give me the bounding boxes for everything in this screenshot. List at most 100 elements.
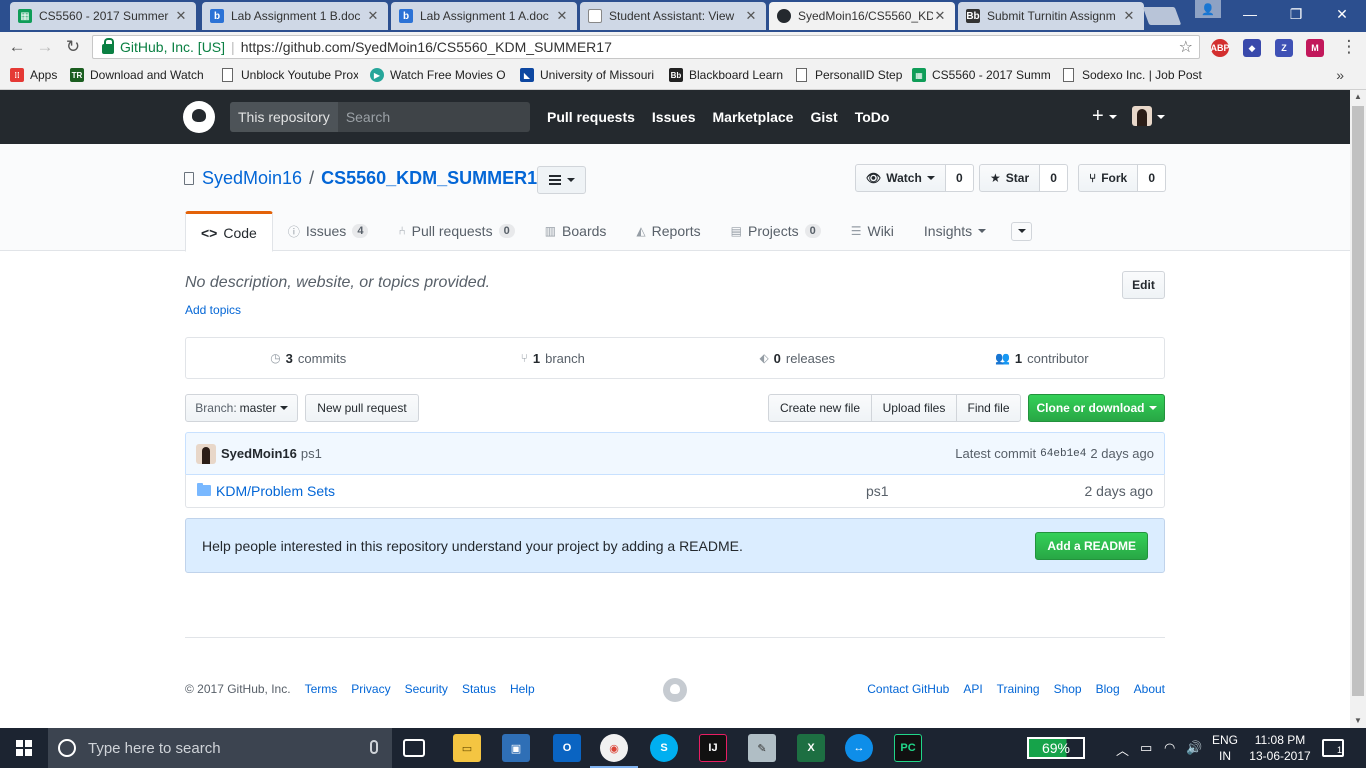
- file-commit-message[interactable]: ps1: [866, 483, 889, 499]
- minimize-button[interactable]: —: [1227, 0, 1273, 28]
- power-icon[interactable]: ▭: [1140, 740, 1152, 756]
- notepad-icon[interactable]: ✎: [748, 734, 776, 762]
- nav-issues[interactable]: Issues: [652, 109, 696, 125]
- nav-pull-requests[interactable]: Pull requests: [547, 109, 635, 125]
- browser-tab[interactable]: Student Assistant: View ✕: [580, 2, 766, 30]
- github-mark-icon[interactable]: [663, 678, 687, 702]
- more-tabs-button[interactable]: [1011, 221, 1033, 241]
- taskbar-search[interactable]: Type here to search: [48, 728, 392, 768]
- outlook-icon[interactable]: O: [553, 734, 581, 762]
- footer-link-blog[interactable]: Blog: [1096, 682, 1120, 696]
- edit-description-button[interactable]: Edit: [1122, 271, 1165, 299]
- footer-link-terms[interactable]: Terms: [305, 682, 338, 696]
- forward-icon[interactable]: →: [34, 36, 56, 58]
- skype-icon[interactable]: S: [650, 734, 678, 762]
- close-icon[interactable]: ✕: [933, 8, 947, 24]
- start-button[interactable]: [0, 728, 48, 768]
- wifi-icon[interactable]: ◠: [1164, 740, 1175, 756]
- bookmark-apps[interactable]: ⁞⁞ Apps: [10, 68, 65, 82]
- footer-link-contact[interactable]: Contact GitHub: [867, 682, 949, 696]
- volume-icon[interactable]: 🔊: [1186, 740, 1202, 756]
- footer-link-training[interactable]: Training: [997, 682, 1040, 696]
- tab-boards[interactable]: ▥ Boards: [530, 211, 622, 251]
- commit-sha-link[interactable]: 64eb1e4: [1040, 448, 1086, 460]
- upload-files-button[interactable]: Upload files: [871, 394, 957, 422]
- system-clock[interactable]: 11:08 PM 13-06-2017: [1248, 732, 1312, 764]
- chrome-menu-icon[interactable]: ⋮: [1338, 36, 1360, 58]
- search-input[interactable]: [337, 102, 530, 132]
- footer-link-about[interactable]: About: [1134, 682, 1165, 696]
- bookmark-item[interactable]: TR Download and Watch: [70, 68, 208, 82]
- browser-tab-active[interactable]: SyedMoin16/CS5560_KD ✕: [769, 2, 955, 30]
- file-row-link[interactable]: KDM/Problem Sets: [216, 483, 335, 499]
- bookmark-item[interactable]: PersonalID Step: [796, 68, 906, 82]
- tab-issues[interactable]: ⓘ Issues 4: [273, 211, 384, 251]
- fork-count[interactable]: 0: [1138, 164, 1167, 192]
- extension-icon[interactable]: ◆: [1243, 39, 1261, 57]
- commits-link[interactable]: ◷ 3 commits: [186, 338, 431, 378]
- scroll-thumb[interactable]: [1352, 106, 1364, 696]
- nav-marketplace[interactable]: Marketplace: [713, 109, 794, 125]
- excel-icon[interactable]: X: [797, 734, 825, 762]
- repo-name-link[interactable]: CS5560_KDM_SUMMER17: [321, 168, 547, 189]
- chrome-icon[interactable]: ◉: [590, 734, 638, 768]
- close-icon[interactable]: ✕: [1122, 8, 1136, 24]
- scroll-down-icon[interactable]: ▼: [1350, 714, 1366, 728]
- close-icon[interactable]: ✕: [555, 8, 569, 24]
- zotero-icon[interactable]: Z: [1275, 39, 1293, 57]
- this-pc-icon[interactable]: ▣: [502, 734, 530, 762]
- find-file-button[interactable]: Find file: [956, 394, 1021, 422]
- nav-todo[interactable]: ToDo: [855, 109, 890, 125]
- scroll-up-icon[interactable]: ▲: [1350, 90, 1366, 104]
- repo-list-button[interactable]: [537, 166, 586, 194]
- new-pull-request-button[interactable]: New pull request: [305, 394, 419, 422]
- new-tab-button[interactable]: [1142, 7, 1182, 25]
- create-new-file-button[interactable]: Create new file: [768, 394, 872, 422]
- file-explorer-icon[interactable]: ▭: [453, 734, 481, 762]
- repo-owner-link[interactable]: SyedMoin16: [202, 168, 302, 189]
- nav-gist[interactable]: Gist: [810, 109, 837, 125]
- bookmark-item[interactable]: ▶ Watch Free Movies O: [370, 68, 508, 82]
- extension-m-icon[interactable]: M: [1306, 39, 1324, 57]
- watch-button[interactable]: 👁 Watch: [855, 164, 946, 192]
- commit-author-link[interactable]: SyedMoin16: [221, 446, 297, 461]
- add-topics-link[interactable]: Add topics: [185, 303, 241, 317]
- browser-tab[interactable]: Bb Submit Turnitin Assignm ✕: [958, 2, 1144, 30]
- star-button[interactable]: ★ Star: [979, 164, 1041, 192]
- footer-link-shop[interactable]: Shop: [1054, 682, 1082, 696]
- browser-tab[interactable]: b Lab Assignment 1 B.doc ✕: [202, 2, 388, 30]
- add-readme-button[interactable]: Add a README: [1035, 531, 1148, 560]
- commit-message-link[interactable]: ps1: [301, 446, 322, 461]
- tab-insights[interactable]: Insights: [909, 211, 1001, 251]
- bookmark-item[interactable]: Unblock Youtube Prox: [222, 68, 358, 82]
- page-scrollbar[interactable]: ▲ ▼: [1350, 90, 1366, 728]
- chevron-down-icon[interactable]: [1157, 115, 1165, 119]
- github-logo-icon[interactable]: [183, 101, 215, 133]
- close-icon[interactable]: ✕: [744, 8, 758, 24]
- tab-pull-requests[interactable]: ⑃ Pull requests 0: [383, 211, 529, 251]
- contributors-link[interactable]: 👥 1 contributor: [920, 338, 1165, 378]
- input-language[interactable]: ENG IN: [1212, 732, 1238, 764]
- more-bookmarks-icon[interactable]: »: [1336, 67, 1344, 83]
- teamviewer-icon[interactable]: ↔: [845, 734, 873, 762]
- back-icon[interactable]: ←: [6, 36, 28, 58]
- pycharm-icon[interactable]: PC: [894, 734, 922, 762]
- address-bar[interactable]: GitHub, Inc. [US] | https://github.com/S…: [92, 35, 1200, 59]
- user-profile-icon[interactable]: 👤: [1195, 0, 1221, 18]
- reload-icon[interactable]: ↻: [62, 36, 84, 58]
- browser-tab[interactable]: ▦ CS5560 - 2017 Summer ✕: [10, 2, 196, 30]
- show-hidden-icons[interactable]: ︿: [1116, 740, 1129, 759]
- microphone-icon[interactable]: [370, 740, 378, 754]
- releases-link[interactable]: ⬖ 0 releases: [675, 338, 920, 378]
- footer-link-api[interactable]: API: [963, 682, 982, 696]
- intellij-icon[interactable]: IJ: [699, 734, 727, 762]
- footer-link-security[interactable]: Security: [405, 682, 448, 696]
- browser-tab[interactable]: b Lab Assignment 1 A.doc ✕: [391, 2, 577, 30]
- close-icon[interactable]: ✕: [174, 8, 188, 24]
- task-view-icon[interactable]: [403, 739, 425, 757]
- avatar[interactable]: [1132, 106, 1152, 126]
- close-window-button[interactable]: ✕: [1319, 0, 1365, 28]
- tab-reports[interactable]: ◭ Reports: [621, 211, 715, 251]
- bookmark-item[interactable]: Sodexo Inc. | Job Post: [1063, 68, 1203, 82]
- footer-link-status[interactable]: Status: [462, 682, 496, 696]
